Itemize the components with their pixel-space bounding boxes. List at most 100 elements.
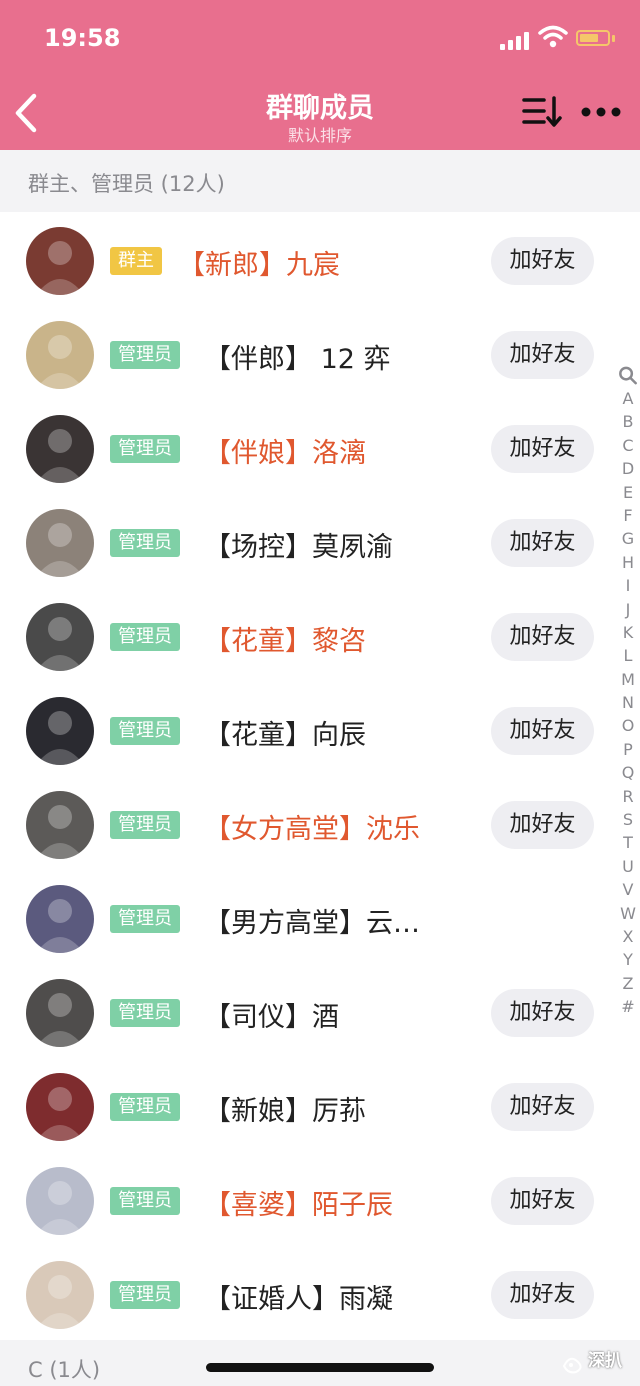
section-header-admins: 群主、管理员 (12人) xyxy=(0,150,640,212)
member-name: 【司仪】酒 xyxy=(204,1002,339,1033)
nav-header: 19:58 群聊成员 默认排序 xyxy=(0,0,640,150)
avatar[interactable] xyxy=(26,603,94,671)
avatar[interactable] xyxy=(26,227,94,295)
member-name: 【女方高堂】沈乐 xyxy=(204,814,420,845)
add-friend-button[interactable]: 加好友 xyxy=(491,237,594,285)
member-name: 【喜婆】陌子辰 xyxy=(204,1190,393,1221)
admin-badge: 管理员 xyxy=(110,341,180,369)
signal-icon xyxy=(500,28,534,50)
sort-icon[interactable] xyxy=(520,94,564,130)
member-row[interactable]: 管理员 【证婚人】雨凝 加好友 xyxy=(0,1247,640,1341)
add-friend-button[interactable]: 加好友 xyxy=(491,425,594,473)
avatar[interactable] xyxy=(26,1167,94,1235)
index-letter[interactable]: B xyxy=(616,410,640,433)
member-row[interactable]: 管理员 【喜婆】陌子辰 加好友 xyxy=(0,1153,640,1247)
member-name: 【新娘】厉荪 xyxy=(204,1096,366,1127)
add-friend-button[interactable]: 加好友 xyxy=(491,1271,594,1319)
index-letter[interactable]: F xyxy=(616,504,640,527)
add-friend-button[interactable]: 加好友 xyxy=(491,989,594,1037)
avatar[interactable] xyxy=(26,321,94,389)
index-letter[interactable]: G xyxy=(616,527,640,550)
admin-badge: 管理员 xyxy=(110,623,180,651)
avatar[interactable] xyxy=(26,791,94,859)
battery-icon xyxy=(576,30,610,46)
member-name: 【花童】黎咨 xyxy=(204,626,366,657)
index-letter[interactable]: W xyxy=(616,902,640,925)
add-friend-button[interactable]: 加好友 xyxy=(491,707,594,755)
index-letter[interactable]: # xyxy=(616,995,640,1018)
search-icon[interactable] xyxy=(616,364,640,387)
admin-badge: 管理员 xyxy=(110,1187,180,1215)
admin-badge: 管理员 xyxy=(110,529,180,557)
avatar[interactable] xyxy=(26,697,94,765)
member-row[interactable]: 管理员 【新娘】厉荪 加好友 xyxy=(0,1059,640,1153)
member-name: 【伴娘】洛漓 xyxy=(204,438,366,469)
index-letter[interactable]: U xyxy=(616,855,640,878)
avatar[interactable] xyxy=(26,979,94,1047)
member-row[interactable]: 管理员 【花童】向辰 加好友 xyxy=(0,683,640,777)
member-name: 【场控】莫夙渝 xyxy=(204,532,393,563)
member-list: 群主 【新郎】九宸 加好友 管理员 【伴郎】 12 弈加好友 管理员 【伴娘】洛漓 加好友 管理… xyxy=(0,213,640,1341)
add-friend-button[interactable]: 加好友 xyxy=(491,801,594,849)
index-letter[interactable]: A xyxy=(616,387,640,410)
index-letter[interactable]: L xyxy=(616,644,640,667)
admin-badge: 管理员 xyxy=(110,811,180,839)
admin-badge: 管理员 xyxy=(110,435,180,463)
add-friend-button[interactable]: 加好友 xyxy=(491,1177,594,1225)
index-letter[interactable]: P xyxy=(616,738,640,761)
avatar[interactable] xyxy=(26,415,94,483)
index-letter[interactable]: M xyxy=(616,668,640,691)
index-letter[interactable]: I xyxy=(616,574,640,597)
member-row[interactable]: 管理员 【场控】莫夙渝 加好友 xyxy=(0,495,640,589)
admin-badge: 管理员 xyxy=(110,999,180,1027)
avatar[interactable] xyxy=(26,885,94,953)
admin-badge: 管理员 xyxy=(110,1281,180,1309)
add-friend-button[interactable]: 加好友 xyxy=(491,1083,594,1131)
index-letter[interactable]: K xyxy=(616,621,640,644)
index-letter[interactable]: S xyxy=(616,808,640,831)
index-letter[interactable]: D xyxy=(616,457,640,480)
index-letter[interactable]: X xyxy=(616,925,640,948)
wifi-icon xyxy=(538,25,568,48)
member-name: 【花童】向辰 xyxy=(204,720,366,751)
member-row[interactable]: 管理员 【女方高堂】沈乐 加好友 xyxy=(0,777,640,871)
status-time: 19:58 xyxy=(44,24,121,52)
avatar[interactable] xyxy=(26,509,94,577)
index-letter[interactable]: O xyxy=(616,714,640,737)
member-name: 【证婚人】雨凝 xyxy=(204,1284,393,1315)
avatar[interactable] xyxy=(26,1261,94,1329)
watermark-text: 深扒 xyxy=(588,1351,622,1371)
home-indicator xyxy=(206,1363,434,1372)
index-letter[interactable]: C xyxy=(616,434,640,457)
member-row[interactable]: 管理员 【伴娘】洛漓 加好友 xyxy=(0,401,640,495)
more-horizontal-icon[interactable] xyxy=(580,100,624,124)
member-row[interactable]: 管理员 【伴郎】 12 弈 加好友 xyxy=(0,307,640,401)
owner-badge: 群主 xyxy=(110,247,162,275)
admin-badge: 管理员 xyxy=(110,717,180,745)
index-letter[interactable]: Q xyxy=(616,761,640,784)
member-row[interactable]: 管理员 【花童】黎咨 加好友 xyxy=(0,589,640,683)
alphabet-index[interactable]: A B C D E F G H I J K L M N O P Q R S T U V W X Y Z # xyxy=(616,364,640,1019)
index-letter[interactable]: Y xyxy=(616,948,640,971)
index-letter[interactable]: V xyxy=(616,878,640,901)
index-letter[interactable]: J xyxy=(616,598,640,621)
battery-tip xyxy=(612,35,615,42)
index-letter[interactable]: H xyxy=(616,551,640,574)
member-row[interactable]: 群主 【新郎】九宸 加好友 xyxy=(0,213,640,307)
member-row[interactable]: 管理员 【司仪】酒 加好友 xyxy=(0,965,640,1059)
index-letter[interactable]: E xyxy=(616,481,640,504)
admin-badge: 管理员 xyxy=(110,1093,180,1121)
add-friend-button[interactable]: 加好友 xyxy=(491,519,594,567)
add-friend-button[interactable]: 加好友 xyxy=(491,613,594,661)
member-name: 【伴郎】 12 弈 xyxy=(204,344,391,375)
section-title: C (1人) xyxy=(28,1358,101,1382)
section-title: 群主、管理员 (12人) xyxy=(28,172,225,196)
member-row[interactable]: 管理员 【男方高堂】云… xyxy=(0,871,640,965)
index-letter[interactable]: R xyxy=(616,785,640,808)
index-letter[interactable]: T xyxy=(616,831,640,854)
member-name: 【男方高堂】云… xyxy=(204,908,420,939)
avatar[interactable] xyxy=(26,1073,94,1141)
index-letter[interactable]: N xyxy=(616,691,640,714)
index-letter[interactable]: Z xyxy=(616,972,640,995)
add-friend-button[interactable]: 加好友 xyxy=(491,331,594,379)
